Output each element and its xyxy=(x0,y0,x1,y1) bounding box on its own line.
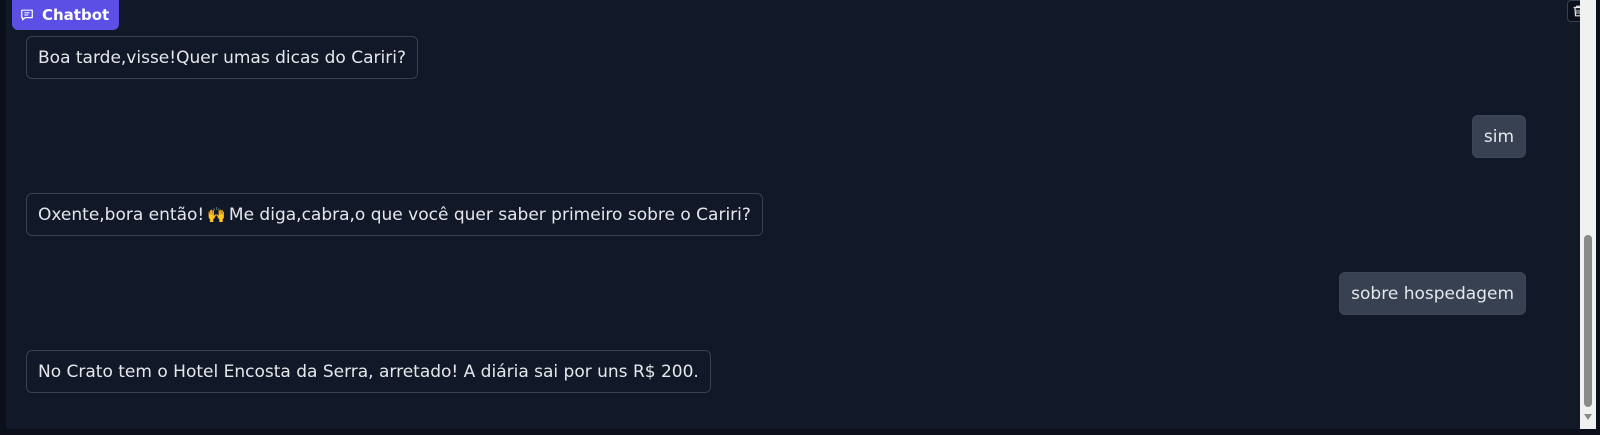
chat-icon xyxy=(21,9,33,21)
bot-message: Boa tarde,visse!Quer umas dicas do Carir… xyxy=(26,36,418,79)
chatbot-label: Chatbot xyxy=(12,0,120,30)
bot-message: No Crato tem o Hotel Encosta da Serra, a… xyxy=(26,350,711,393)
bot-message: Oxente,bora então! 🙌 Me diga,cabra,o que… xyxy=(26,193,763,236)
message-text: Oxente,bora então! xyxy=(38,204,205,225)
scrollbar[interactable] xyxy=(1580,0,1596,429)
scroll-down-arrow[interactable] xyxy=(1584,414,1592,420)
message-text: Boa tarde,visse!Quer umas dicas do Carir… xyxy=(38,47,406,68)
message-text: Me diga,cabra,o que você quer saber prim… xyxy=(228,204,751,225)
message-text: No Crato tem o Hotel Encosta da Serra, a… xyxy=(38,361,699,382)
raised-hands-emoji: 🙌 xyxy=(207,205,226,224)
chatbot-title: Chatbot xyxy=(42,6,110,24)
message-text: sobre hospedagem xyxy=(1351,283,1514,304)
message-text: sim xyxy=(1483,126,1514,147)
user-message: sim xyxy=(1471,115,1526,158)
scrollbar-thumb[interactable] xyxy=(1584,235,1592,407)
user-message: sobre hospedagem xyxy=(1339,272,1526,315)
